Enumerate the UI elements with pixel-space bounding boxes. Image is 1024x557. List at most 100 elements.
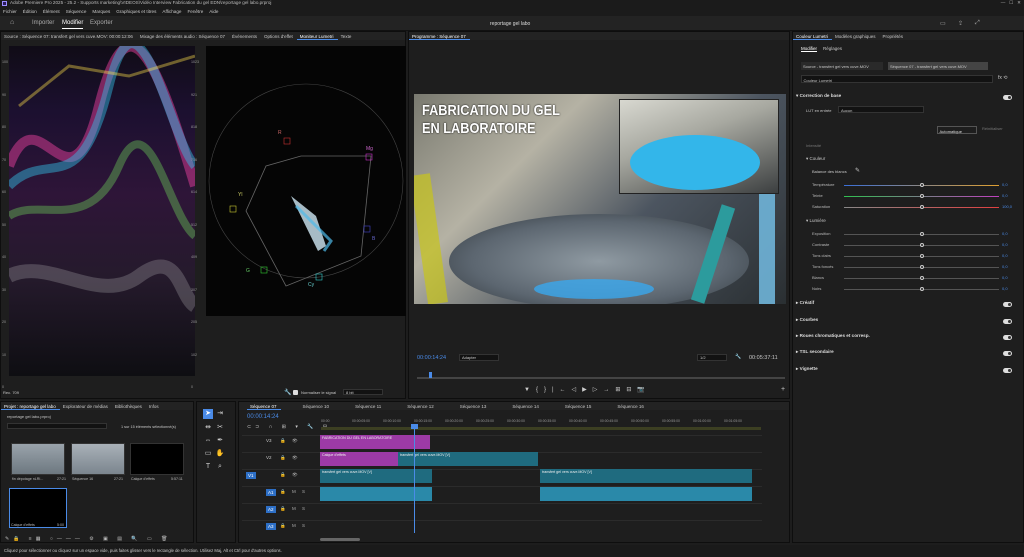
mode-exporter[interactable]: Exporter	[90, 20, 113, 26]
slider-knob[interactable]	[920, 243, 924, 247]
project-item-4[interactable]: Calque d'effets 5:00	[9, 488, 67, 528]
slider-knob[interactable]	[920, 205, 924, 209]
track-a2[interactable]: A2 🔒 M S	[242, 503, 762, 516]
timeline-ruler[interactable]: 00:00 00:00:05:00 00:00:10:00 00:00:15:00 00…	[321, 418, 761, 426]
light-slider-row[interactable]: Exposition 0,0	[812, 230, 1012, 238]
share-icon[interactable]: ⇪	[958, 20, 963, 27]
section-color-wheels[interactable]: ▸ Roues chromatiques et corresp.	[796, 333, 1016, 343]
project-item-2[interactable]: Séquence 16 27:21	[71, 443, 125, 481]
lock-icon[interactable]: 🔒	[280, 455, 286, 461]
track-select-icon[interactable]: ⇥	[215, 409, 225, 419]
project-toolbar[interactable]: ✎🔒 ≡▦ ○——— ⚙ ▣ ▤ 🔍 ▭ 🗑	[5, 536, 191, 543]
lock-icon[interactable]: 🔒	[280, 489, 286, 495]
tab-lumetri-scopes[interactable]: Moniteur Lumetri	[296, 32, 338, 40]
slider-knob[interactable]	[920, 287, 924, 291]
color-slider-row[interactable]: Saturation 100,0	[812, 203, 1012, 211]
slider-value[interactable]: 0,0	[1002, 193, 1008, 198]
slider-value[interactable]: 0,0	[1002, 286, 1008, 291]
slider-knob[interactable]	[920, 194, 924, 198]
track-a3[interactable]: A3 🔒 M S	[242, 520, 762, 533]
tab-seq-16[interactable]: Séquence 16	[595, 402, 648, 409]
section-hsl[interactable]: ▸ TSL secondaire	[796, 349, 1016, 359]
slider-value[interactable]: 0,0	[1002, 275, 1008, 280]
tab-properties[interactable]: Propriétés	[880, 32, 908, 39]
eyedropper-icon[interactable]: ✎	[855, 167, 860, 174]
reset-button[interactable]: Réinitialiser	[982, 126, 1003, 131]
mode-modifier[interactable]: Modifier	[62, 20, 84, 29]
color-subsection[interactable]: ▾ Couleur	[806, 156, 825, 162]
track-label[interactable]: V1	[246, 472, 256, 479]
slider-value[interactable]: 0,0	[1002, 231, 1008, 236]
section-vignette[interactable]: ▸ Vignette	[796, 366, 1016, 376]
eye-icon[interactable]: 👁	[292, 455, 298, 461]
slider-knob[interactable]	[920, 276, 924, 280]
slider-value[interactable]: 100,0	[1002, 204, 1012, 209]
tab-effect-options[interactable]: Options d'effet	[261, 32, 297, 39]
slip-tool-icon[interactable]: ⇔	[203, 436, 213, 446]
clip-v2[interactable]: transfert gel vers cuve.MOV [V]	[398, 452, 538, 466]
eye-icon[interactable]: 👁	[292, 472, 298, 478]
solo-icon[interactable]: S	[302, 523, 305, 528]
transport-controls[interactable]: ▼{}|←◁▶▷→⊞⊟📷	[524, 386, 651, 393]
timeline-scrollbar[interactable]	[320, 538, 360, 541]
track-label[interactable]: A3	[266, 523, 276, 530]
workspace-icon[interactable]: ▭	[940, 20, 946, 27]
tab-seq-14[interactable]: Séquence 14	[490, 402, 543, 409]
type-tool-icon[interactable]: T	[203, 462, 213, 472]
slider-knob[interactable]	[920, 183, 924, 187]
subtab-reglages[interactable]: Réglages	[823, 46, 842, 51]
tab-seq-12[interactable]: Séquence 12	[385, 402, 438, 409]
slider-value[interactable]: 0,0	[1002, 253, 1008, 258]
pen-tool-icon[interactable]: ✒	[215, 436, 225, 446]
menu-fichier[interactable]: Fichier	[0, 8, 20, 14]
light-slider-row[interactable]: Blancs 0,0	[812, 274, 1012, 282]
tab-seq-13[interactable]: Séquence 13	[438, 402, 491, 409]
source-clip-button[interactable]: Source - transfert gel vers cuve.MOV	[801, 62, 883, 70]
tab-program[interactable]: Programme : Séquence 07	[409, 32, 470, 40]
clip-v1-b[interactable]: transfert gel vers cuve.MOV [V]	[540, 469, 752, 483]
solo-icon[interactable]: S	[302, 489, 305, 494]
light-subsection[interactable]: ▾ Lumière	[806, 218, 826, 224]
program-playhead[interactable]	[429, 372, 432, 378]
timeline-tools[interactable]: ⊂⊃ ∩ ⊞ ▾ 🔧 ⊟	[247, 424, 331, 430]
slider-knob[interactable]	[920, 254, 924, 258]
tab-graphic-templates[interactable]: Modèles graphiques	[832, 32, 880, 39]
auto-button[interactable]: Automatique	[937, 126, 977, 134]
eye-icon[interactable]: 👁	[292, 438, 298, 444]
clip-v1-a[interactable]: transfert gel vers cuve.MOV [V]	[320, 469, 432, 483]
lock-icon[interactable]: 🔒	[280, 506, 286, 512]
bit-depth-select[interactable]: 8 bit	[343, 389, 383, 395]
wrench-icon[interactable]: 🔧	[284, 389, 291, 396]
fx-icon[interactable]: fx ⟲	[998, 75, 1007, 81]
home-icon[interactable]: ⌂	[10, 19, 14, 26]
program-timecode[interactable]: 00:00:14:24	[417, 355, 446, 361]
slider-value[interactable]: 0,0	[1002, 242, 1008, 247]
project-item-1[interactable]: fin dépotage nLRI... 27:21	[11, 443, 66, 481]
ripple-edit-icon[interactable]: ⇹	[203, 423, 213, 433]
tab-info[interactable]: Infos	[146, 402, 163, 409]
section-creative[interactable]: ▸ Créatif	[796, 300, 1016, 310]
menu-edition[interactable]: Édition	[20, 8, 40, 14]
subtab-modifier[interactable]: Modifier	[801, 46, 818, 52]
normalize-checkbox[interactable]	[293, 390, 298, 395]
selection-tool-icon[interactable]: ➤	[203, 409, 213, 419]
mute-icon[interactable]: M	[292, 523, 296, 528]
tab-events[interactable]: Événements	[229, 32, 261, 39]
slider-value[interactable]: 0,0	[1002, 264, 1008, 269]
tab-seq-11[interactable]: Séquence 11	[333, 402, 385, 409]
tab-lumetri-color[interactable]: Couleur Lumetri	[793, 32, 833, 40]
window-controls[interactable]: — ☐ ✕	[1001, 0, 1021, 6]
sequence-clip-button[interactable]: Séquence 07 - transfert gel vers cuve.MO…	[888, 62, 988, 70]
clip-effect-layer[interactable]: Calque d'effets	[320, 452, 398, 466]
rectangle-tool-icon[interactable]: ▭	[203, 449, 213, 459]
tab-media-browser[interactable]: Explorateur de médias	[60, 402, 112, 409]
menu-graphiques[interactable]: Graphiques et titres	[113, 8, 159, 14]
light-slider-row[interactable]: Tons foncés 0,0	[812, 263, 1012, 271]
fit-select[interactable]: Adapter	[459, 354, 499, 361]
program-wrench-icon[interactable]: 🔧	[735, 354, 741, 360]
menu-affichage[interactable]: Affichage	[159, 8, 184, 14]
track-label[interactable]: A2	[266, 506, 276, 513]
slider-value[interactable]: 0,0	[1002, 182, 1008, 187]
work-area-bar[interactable]	[321, 427, 761, 430]
effect-select[interactable]: Couleur Lumetri	[801, 75, 993, 83]
